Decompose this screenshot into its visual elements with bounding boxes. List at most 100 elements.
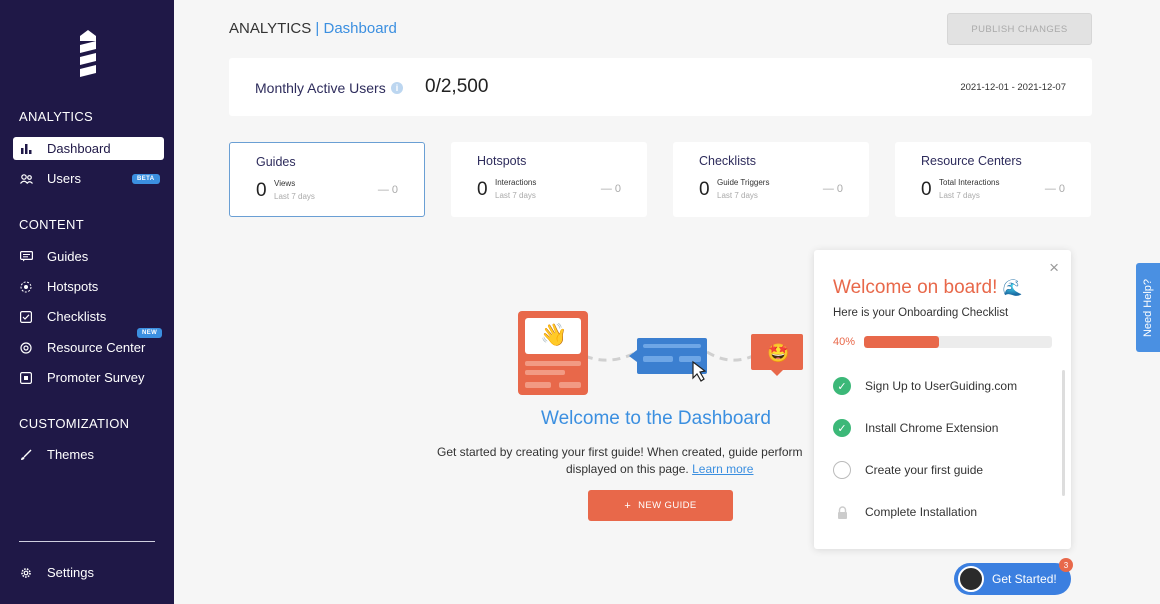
- onboarding-checklist-popup: × Welcome on board! 🌊 Here is your Onboa…: [814, 250, 1071, 549]
- sidebar-item-label: Users: [47, 171, 81, 186]
- welcome-text-line2: displayed on this page. Learn more: [437, 461, 827, 478]
- task-create-guide[interactable]: Create your first guide: [833, 460, 983, 480]
- section-customization: CUSTOMIZATION: [19, 416, 130, 431]
- plus-icon: +: [624, 499, 632, 512]
- sidebar-item-hotspots[interactable]: Hotspots: [13, 275, 164, 298]
- stat-value: 0: [921, 179, 932, 200]
- task-install-extension[interactable]: ✓ Install Chrome Extension: [833, 418, 998, 438]
- bar-chart-icon: [19, 142, 33, 156]
- close-icon[interactable]: ×: [1049, 258, 1059, 278]
- onboarding-subtitle: Here is your Onboarding Checklist: [833, 307, 1009, 319]
- progress-bar: [864, 336, 1052, 348]
- get-started-label: Get Started!: [992, 572, 1057, 586]
- learn-more-link[interactable]: Learn more: [692, 462, 753, 476]
- sidebar-item-dashboard[interactable]: Dashboard: [13, 137, 164, 160]
- stat-title: Guides: [256, 155, 296, 169]
- welcome-title: Welcome to the Dashboard: [541, 408, 771, 429]
- onboarding-title-text: Welcome on board!: [833, 277, 998, 298]
- task-label: Create your first guide: [865, 463, 984, 477]
- new-guide-label: NEW GUIDE: [638, 500, 697, 511]
- welcome-text: Get started by creating your first guide…: [437, 444, 827, 477]
- task-complete-installation[interactable]: Complete Installation: [833, 502, 977, 522]
- welcome-text-line2-content: displayed on this page.: [566, 461, 689, 476]
- stat-period: Last 7 days: [274, 192, 315, 201]
- sidebar-item-themes[interactable]: Themes: [13, 443, 164, 466]
- sidebar-item-label: Hotspots: [47, 279, 99, 294]
- stat-delta: — 0: [1044, 183, 1065, 195]
- stat-title: Checklists: [699, 154, 756, 168]
- stat-card-checklists[interactable]: Checklists 0 Guide Triggers Last 7 days …: [673, 142, 869, 217]
- sidebar-item-label: Themes: [47, 447, 94, 462]
- stat-metric: Guide Triggers: [717, 178, 770, 187]
- progress-fill: [864, 336, 940, 348]
- survey-icon: [19, 371, 33, 385]
- progress-percent: 40%: [833, 336, 856, 348]
- sidebar-item-label: Dashboard: [47, 141, 111, 156]
- lifebuoy-icon: [19, 341, 33, 355]
- userguiding-logo[interactable]: [74, 30, 102, 78]
- checklist-icon: [19, 310, 33, 324]
- stat-title: Hotspots: [477, 154, 527, 168]
- empty-circle-icon: [833, 461, 851, 479]
- sidebar-item-label: Promoter Survey: [47, 370, 145, 385]
- popup-scrollbar[interactable]: [1062, 370, 1065, 496]
- stat-delta: — 0: [377, 184, 398, 196]
- stat-period: Last 7 days: [717, 191, 758, 200]
- section-content: CONTENT: [19, 217, 84, 232]
- need-help-tab[interactable]: Need Help?: [1136, 263, 1160, 352]
- mau-value: 0/2,500: [425, 76, 489, 97]
- gear-icon: [19, 566, 33, 580]
- need-help-label: Need Help?: [1142, 278, 1154, 337]
- check-done-icon: ✓: [833, 377, 851, 395]
- mau-card: Monthly Active Users i 0/2,500 2021-12-0…: [229, 58, 1092, 116]
- stat-period: Last 7 days: [495, 191, 536, 200]
- avatar: [958, 566, 984, 592]
- task-label: Install Chrome Extension: [865, 421, 999, 435]
- hotspot-target-icon: [19, 280, 33, 294]
- stat-card-guides[interactable]: Guides 0 Views Last 7 days — 0: [229, 142, 425, 217]
- lock-icon: [833, 503, 851, 521]
- get-started-button[interactable]: Get Started! 3: [954, 558, 1073, 595]
- stat-value: 0: [699, 179, 710, 200]
- sidebar: ANALYTICS Dashboard Users BETA CONTENT G…: [0, 0, 174, 604]
- stat-value: 0: [256, 180, 267, 201]
- welcome-text-line1: Get started by creating your first guide…: [437, 445, 803, 459]
- stat-value: 0: [477, 179, 488, 200]
- sidebar-item-guides[interactable]: Guides: [13, 245, 164, 268]
- stat-metric: Interactions: [495, 178, 537, 187]
- publish-changes-button[interactable]: PUBLISH CHANGES: [947, 13, 1092, 45]
- sidebar-item-settings[interactable]: Settings: [13, 561, 164, 584]
- stat-period: Last 7 days: [939, 191, 980, 200]
- task-sign-up[interactable]: ✓ Sign Up to UserGuiding.com: [833, 376, 1017, 396]
- task-label: Complete Installation: [865, 505, 978, 519]
- sidebar-item-promoter-survey[interactable]: Promoter Survey: [13, 366, 164, 389]
- sidebar-item-label: Checklists: [47, 309, 107, 324]
- sidebar-item-label: Guides: [47, 249, 89, 264]
- info-icon[interactable]: i: [391, 82, 403, 94]
- users-icon: [19, 172, 33, 186]
- sidebar-item-label: Resource Center: [47, 340, 146, 355]
- breadcrumb: ANALYTICS | Dashboard: [229, 20, 397, 37]
- guide-message-icon: [19, 250, 33, 264]
- stat-delta: — 0: [600, 183, 621, 195]
- mau-label: Monthly Active Users: [255, 80, 386, 96]
- stat-title: Resource Centers: [921, 154, 1022, 168]
- stat-metric: Views: [274, 179, 296, 188]
- breadcrumb-separator: |: [315, 20, 320, 37]
- stat-card-resource-centers[interactable]: Resource Centers 0 Total Interactions La…: [895, 142, 1091, 217]
- task-label: Sign Up to UserGuiding.com: [865, 379, 1018, 393]
- wave-emoji: 👋: [540, 322, 568, 347]
- breadcrumb-section: ANALYTICS: [229, 20, 312, 37]
- date-range[interactable]: 2021-12-01 - 2021-12-07: [960, 82, 1066, 93]
- stat-delta: — 0: [822, 183, 843, 195]
- sidebar-item-resource-center[interactable]: Resource Center: [13, 336, 164, 359]
- notification-count-badge: 3: [1059, 558, 1073, 572]
- wave-water-emoji: 🌊: [1002, 280, 1023, 297]
- brush-icon: [19, 448, 33, 462]
- sidebar-item-label: Settings: [47, 565, 94, 580]
- stat-card-hotspots[interactable]: Hotspots 0 Interactions Last 7 days — 0: [451, 142, 647, 217]
- breadcrumb-page: Dashboard: [323, 20, 397, 37]
- sidebar-item-checklists[interactable]: Checklists: [13, 305, 164, 328]
- section-analytics: ANALYTICS: [19, 109, 93, 124]
- new-guide-button[interactable]: + NEW GUIDE: [588, 490, 733, 521]
